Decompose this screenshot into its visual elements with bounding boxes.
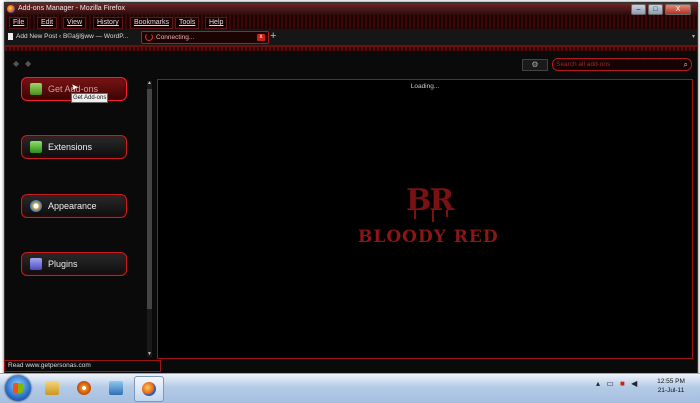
menu-edit[interactable]: Edit	[37, 17, 58, 29]
search-icon[interactable]: ⌕	[684, 59, 688, 70]
category-label: Plugins	[48, 259, 78, 269]
maximize-button[interactable]: □	[648, 4, 663, 15]
system-tray: ▴ ▭ ■ ◀	[596, 379, 641, 388]
document-icon	[8, 32, 13, 40]
menu-view[interactable]: View	[63, 17, 87, 29]
menu-bookmarks[interactable]: Bookmarks	[130, 17, 174, 29]
search-input[interactable]	[556, 59, 674, 70]
tab-bar: Add New Post ‹ B©a§l§ww — WordP... Conne…	[5, 29, 697, 47]
logo-wordmark: BLOODY RED	[358, 227, 499, 247]
menu-file[interactable]: File	[9, 17, 29, 29]
plugin-icon	[30, 258, 42, 270]
network-tray-icon[interactable]: ▭	[606, 379, 614, 388]
tab-wordpress[interactable]: Add New Post ‹ B©a§l§ww — WordP...	[8, 31, 136, 42]
tab-connecting[interactable]: Connecting... x	[141, 31, 269, 44]
clock-date: 21-Jul-11	[657, 387, 685, 394]
window-title: Add-ons Manager - Mozilla Firefox	[18, 5, 125, 12]
scroll-up-icon[interactable]: ▲	[147, 81, 152, 86]
forward-arrow-icon[interactable]: ◆	[25, 59, 31, 68]
get-addons-icon	[30, 83, 42, 95]
category-extensions[interactable]: Extensions	[21, 135, 127, 159]
window-controls: – □ X	[631, 4, 691, 15]
addons-toolbar: ◆ ◆ ⚙ ⌕	[5, 55, 697, 73]
clock-time: 12:55 PM	[657, 378, 685, 385]
firefox-icon	[142, 382, 156, 396]
scroll-down-icon[interactable]: ▼	[147, 352, 152, 357]
windows-logo-icon	[13, 383, 23, 393]
puzzle-icon	[30, 141, 42, 153]
loading-spinner-icon	[145, 33, 153, 42]
start-button[interactable]	[5, 375, 31, 401]
minimize-button[interactable]: –	[631, 4, 646, 15]
tooltip: Get Add-ons	[71, 93, 109, 103]
category-sidebar: Get Add-ons Extensions Appearance Plugin…	[5, 77, 155, 357]
blood-drip	[414, 210, 416, 219]
search-box[interactable]: ⌕	[552, 58, 692, 71]
tray-chevron-icon[interactable]: ▴	[596, 379, 600, 388]
taskbar: ▴ ▭ ■ ◀ 12:55 PM 21-Jul-11	[0, 373, 700, 403]
category-label: Appearance	[48, 201, 97, 211]
addons-content-pane: Loading... BR BLOODY RED	[157, 79, 693, 359]
taskbar-media-player[interactable]	[70, 376, 98, 400]
folder-icon	[45, 381, 59, 395]
media-player-icon	[77, 381, 91, 395]
bloody-red-logo: BR BLOODY RED	[358, 183, 499, 247]
category-plugins[interactable]: Plugins	[21, 252, 127, 276]
mouse-cursor-icon: ➤	[71, 82, 79, 92]
sidebar-scrollbar[interactable]: ▲ ▼	[147, 81, 152, 357]
category-label: Extensions	[48, 142, 93, 152]
volume-icon[interactable]: ◀	[631, 379, 637, 388]
decorative-stripe	[5, 47, 697, 51]
palette-icon	[30, 200, 42, 212]
tab-close-icon[interactable]: x	[257, 34, 265, 41]
taskbar-clock[interactable]: 12:55 PM 21-Jul-11	[648, 377, 694, 395]
blood-drip	[446, 210, 448, 217]
loading-text: Loading...	[410, 83, 440, 90]
tab-list-chevron-icon[interactable]: ▾	[692, 33, 695, 40]
scrollbar-thumb[interactable]	[147, 89, 152, 309]
taskbar-firefox[interactable]	[134, 376, 164, 402]
tab-label: Add New Post ‹ B©a§l§ww — WordP...	[16, 33, 129, 40]
close-button[interactable]: X	[665, 4, 691, 15]
firefox-icon	[7, 5, 15, 13]
tools-gear-button[interactable]: ⚙	[522, 59, 548, 71]
new-tab-button[interactable]: +	[270, 30, 276, 42]
menu-bar: File Edit View History Bookmarks Tools H…	[5, 15, 697, 30]
back-arrow-icon[interactable]: ◆	[13, 59, 19, 68]
blood-drip	[432, 210, 434, 222]
title-bar[interactable]: Add-ons Manager - Mozilla Firefox – □ X	[5, 3, 697, 15]
menu-history[interactable]: History	[93, 17, 123, 29]
category-appearance[interactable]: Appearance	[21, 194, 127, 218]
taskbar-explorer[interactable]	[38, 376, 66, 400]
taskbar-network[interactable]	[102, 376, 130, 400]
flag-tray-icon[interactable]: ■	[620, 379, 625, 388]
tab-label: Connecting...	[156, 34, 195, 41]
menu-help[interactable]: Help	[205, 17, 228, 29]
menu-tools[interactable]: Tools	[175, 17, 200, 29]
firefox-window: Add-ons Manager - Mozilla Firefox – □ X …	[4, 2, 698, 378]
status-bar: Read www.getpersonas.com	[4, 360, 161, 372]
network-monitor-icon	[109, 381, 123, 395]
